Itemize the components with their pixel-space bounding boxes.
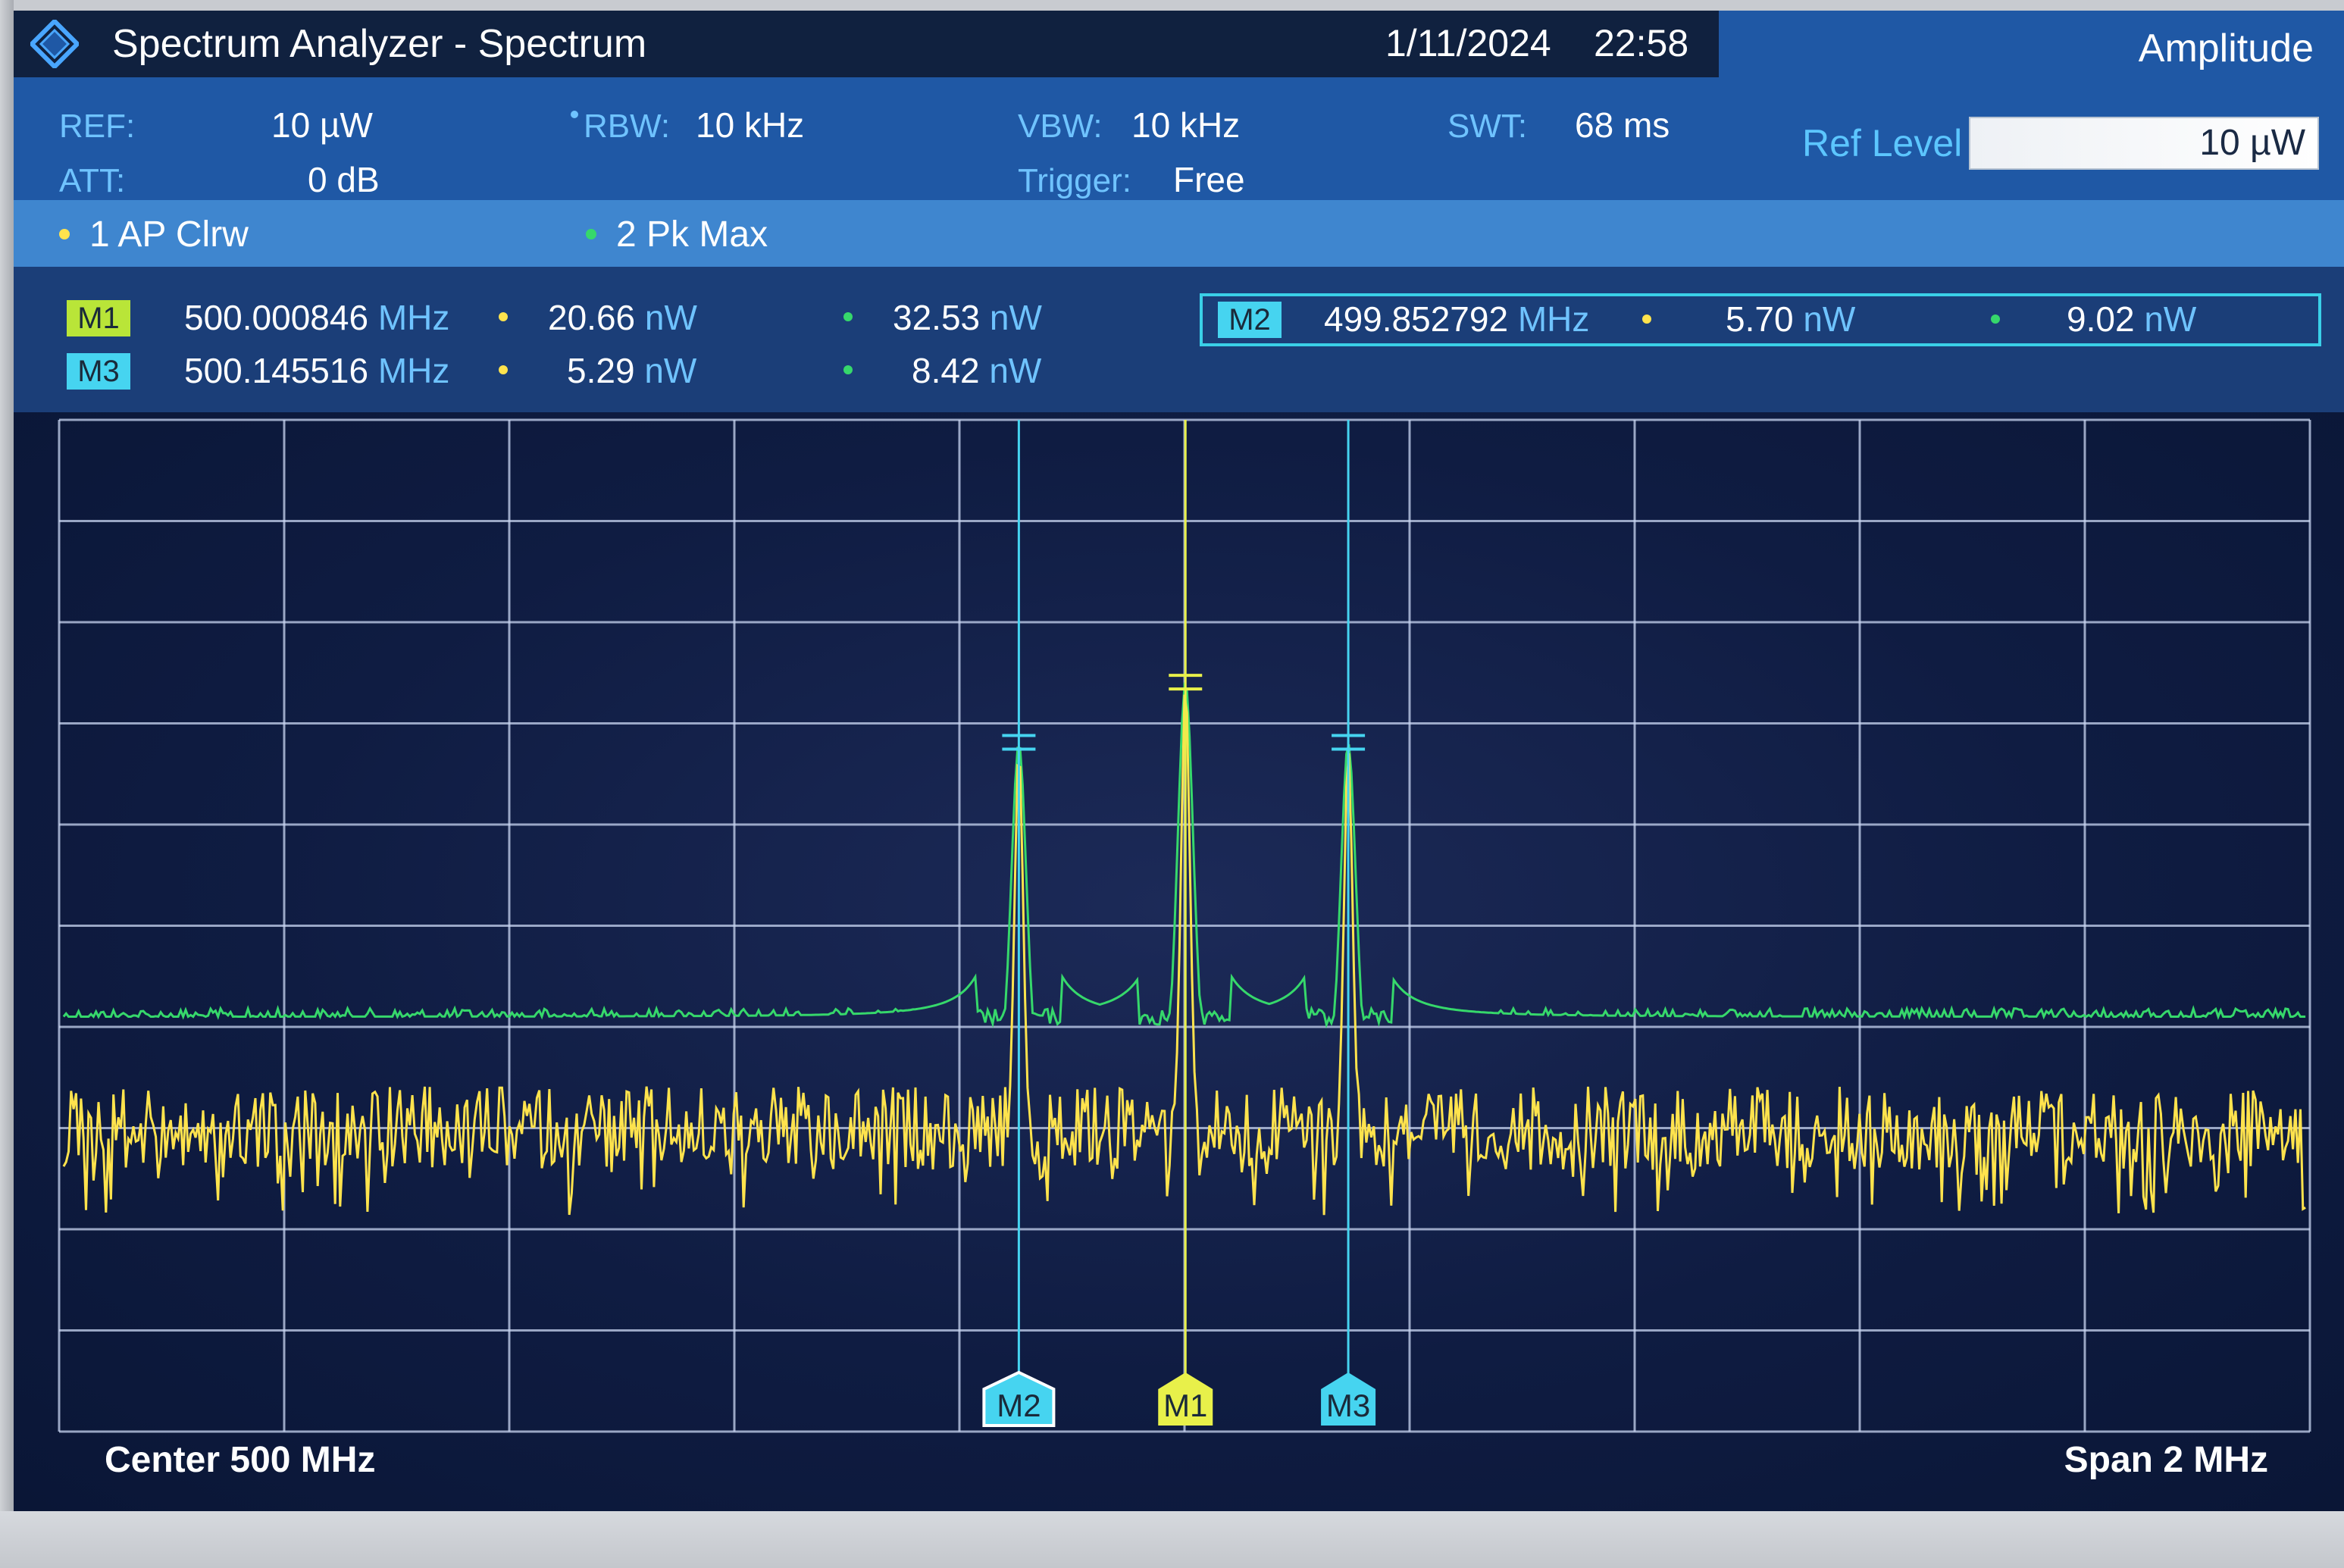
- bezel-bottom: [0, 1511, 2344, 1568]
- marker-m3-freq: 500.145516 MHz: [184, 350, 449, 391]
- marker-m1-val2: 32.53: [893, 298, 981, 337]
- marker-m1-freq: 500.000846 MHz: [184, 297, 449, 338]
- marker-m3-unit2: nW: [989, 351, 1042, 390]
- trace1-dot: [59, 229, 70, 239]
- marker-m3-dot2: [843, 365, 853, 374]
- marker-m1-dot1: [499, 312, 508, 321]
- marker-m3-flag-label: M3: [1326, 1388, 1370, 1423]
- marker-m1-freq-value: 500.000846: [184, 298, 369, 337]
- marker-m2-val1: 5.70: [1726, 299, 1794, 339]
- window-title: Spectrum Analyzer - Spectrum: [112, 22, 647, 66]
- parameter-panel: REF: 10 µW ATT: 0 dB RBW: 10 kHz VBW: 10…: [14, 77, 1719, 200]
- center-frequency-label[interactable]: Center 500 MHz: [105, 1439, 375, 1481]
- trace-bar: 1 AP Clrw 2 Pk Max: [14, 200, 2344, 267]
- bezel-top: [0, 0, 2344, 11]
- marker-m3-dot1: [499, 365, 508, 374]
- ref-level-input[interactable]: 10 µW: [1969, 117, 2319, 170]
- marker-m3-value2: 8.42 nW: [912, 350, 1041, 391]
- marker-m3-unit1: nW: [644, 351, 697, 390]
- marker-table: M1 500.000846 MHz 20.66 nW 32.53 nW M3 5…: [14, 267, 2344, 412]
- marker-m2-freq-value: 499.852792: [1324, 299, 1509, 339]
- marker-m2-badge[interactable]: M2: [1218, 302, 1282, 338]
- marker-m1-value2: 32.53 nW: [893, 297, 1042, 338]
- bezel-left: [0, 0, 14, 1568]
- rbw-value[interactable]: 10 kHz: [696, 105, 804, 146]
- spectrum-plot[interactable]: M2 M1 M3 Center 500 MHz Span 2 MHz: [14, 412, 2344, 1511]
- marker-m2-dot2: [1991, 315, 2000, 324]
- marker-m1-dot2: [843, 312, 853, 321]
- trace2-label[interactable]: 2 Pk Max: [616, 214, 768, 255]
- marker-m2-unit1: nW: [1803, 299, 1856, 339]
- ref-value[interactable]: 10 µW: [271, 105, 373, 146]
- time-display: 22:58: [1594, 22, 1689, 64]
- swt-value[interactable]: 68 ms: [1575, 105, 1670, 146]
- marker-m1-badge[interactable]: M1: [67, 300, 130, 336]
- rbw-indicator-dot: [571, 111, 578, 118]
- trigger-label: Trigger:: [1018, 162, 1131, 199]
- marker-m2-freq-unit: MHz: [1517, 299, 1590, 339]
- marker-m3-val2: 8.42: [912, 351, 980, 390]
- marker-m2-flag-label: M2: [997, 1388, 1041, 1423]
- span-label[interactable]: Span 2 MHz: [2064, 1439, 2268, 1481]
- trace1-label[interactable]: 1 AP Clrw: [89, 214, 249, 255]
- marker-m1-flag-label: M1: [1163, 1388, 1207, 1423]
- marker-m2-dot1: [1642, 315, 1651, 324]
- att-value[interactable]: 0 dB: [308, 159, 380, 200]
- vbw-label: VBW:: [1018, 108, 1103, 145]
- marker-m3-freq-value: 500.145516: [184, 351, 369, 390]
- marker-m1-unit1: nW: [644, 298, 697, 337]
- att-label: ATT:: [59, 162, 126, 199]
- spectrum-svg[interactable]: M2 M1 M3: [14, 412, 2344, 1511]
- marker-m3-badge[interactable]: M3: [67, 353, 130, 390]
- marker-m2-val2: 9.02: [2067, 299, 2135, 339]
- marker-m1-unit2: nW: [989, 298, 1042, 337]
- ref-label: REF:: [59, 108, 136, 145]
- rohde-schwarz-logo-icon: [30, 20, 79, 68]
- marker-m1-freq-unit: MHz: [377, 298, 450, 337]
- marker-m2-freq: 499.852792 MHz: [1324, 299, 1589, 340]
- title-bar: Spectrum Analyzer - Spectrum 1/11/2024 2…: [14, 11, 1719, 77]
- marker-m3-val1: 5.29: [567, 351, 635, 390]
- marker-m2-value2: 9.02 nW: [2067, 299, 2196, 340]
- rbw-label: RBW:: [584, 108, 671, 145]
- marker-m1-value1: 20.66 nW: [548, 297, 697, 338]
- marker-m2-unit2: nW: [2144, 299, 2197, 339]
- ref-level-label: Ref Level: [1802, 122, 1963, 164]
- marker-m2-selected-box[interactable]: M2 499.852792 MHz 5.70 nW 9.02 nW: [1200, 293, 2321, 346]
- marker-m3-value1: 5.29 nW: [567, 350, 696, 391]
- amplitude-title: Amplitude: [2138, 27, 2314, 70]
- trigger-value[interactable]: Free: [1173, 159, 1245, 200]
- amplitude-panel: Amplitude Ref Level 10 µW: [1719, 11, 2344, 200]
- marker-m3-freq-unit: MHz: [377, 351, 450, 390]
- date-display: 1/11/2024: [1385, 22, 1551, 64]
- marker-m1-val1: 20.66: [548, 298, 636, 337]
- analyzer-screen: Spectrum Analyzer - Spectrum 1/11/2024 2…: [14, 11, 2344, 1511]
- swt-label: SWT:: [1447, 108, 1528, 145]
- vbw-value[interactable]: 10 kHz: [1131, 105, 1240, 146]
- trace2-dot: [586, 229, 596, 239]
- marker-m2-value1: 5.70 nW: [1726, 299, 1855, 340]
